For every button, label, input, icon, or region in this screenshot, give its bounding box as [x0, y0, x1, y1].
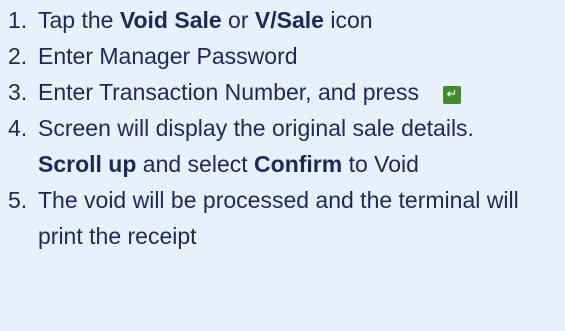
step-number: 4. [8, 115, 28, 141]
confirm-label: Confirm [254, 151, 343, 177]
step-4: 4. Screen will display the original sale… [8, 110, 565, 182]
step-text: Enter Transaction Number, and press ↵ [38, 74, 538, 110]
step-1: 1. Tap the Void Sale or V/Sale icon [8, 2, 565, 38]
scroll-up-label: Scroll up [38, 151, 137, 177]
instructions-panel: 1. Tap the Void Sale or V/Sale icon 2. E… [0, 0, 565, 331]
v-sale-label: V/Sale [254, 7, 324, 33]
step-text-part: Tap the [38, 7, 120, 33]
step-text-part: Screen will display the original sale de… [38, 115, 474, 141]
void-sale-label: Void Sale [119, 7, 222, 33]
step-2: 2. Enter Manager Password [8, 38, 565, 74]
step-3: 3. Enter Transaction Number, and press ↵ [8, 74, 565, 110]
step-5: 5. The void will be processed and the te… [8, 182, 565, 254]
step-text: Enter Manager Password [38, 43, 298, 69]
step-text-part: or [221, 7, 255, 33]
step-number: 5. [8, 187, 28, 213]
step-number: 1. [8, 7, 28, 33]
step-text: The void will be processed and the termi… [38, 187, 519, 249]
step-text-part: Enter Transaction Number, and press [38, 79, 419, 105]
enter-key-icon: ↵ [442, 86, 461, 104]
step-number: 2. [8, 43, 28, 69]
step-text-part: icon [323, 7, 373, 33]
step-text-part: and select [136, 151, 255, 177]
step-text: Screen will display the original sale de… [38, 110, 538, 182]
step-text: Tap the Void Sale or V/Sale icon [38, 2, 538, 38]
step-number: 3. [8, 79, 28, 105]
step-text-part: to Void [342, 151, 419, 177]
steps-list: 1. Tap the Void Sale or V/Sale icon 2. E… [8, 2, 565, 254]
